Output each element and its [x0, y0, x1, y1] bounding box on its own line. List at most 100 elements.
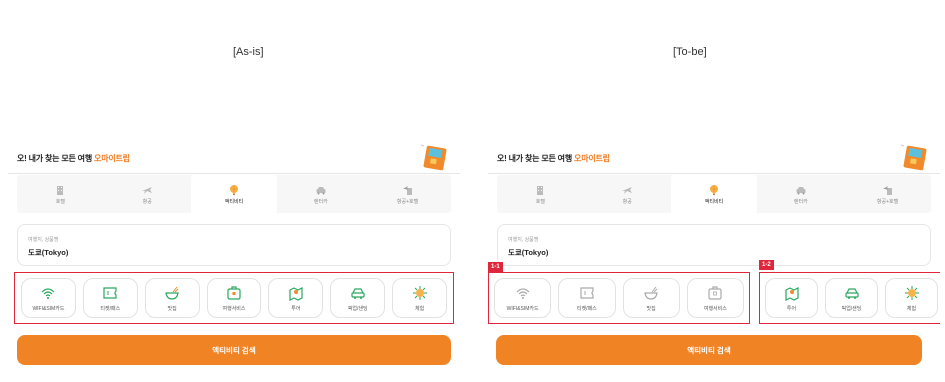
tab-rentcar[interactable]: 렌터카: [757, 175, 844, 213]
category-travel-service[interactable]: 여행서비스: [206, 278, 262, 318]
hotel-icon: [57, 185, 64, 195]
destination-label: 여행지, 상품명: [508, 237, 539, 243]
sparkle-icon: [412, 285, 427, 300]
tab-hotel[interactable]: 호텔: [17, 175, 104, 213]
car-icon: [351, 287, 365, 299]
category-label: 체험: [906, 305, 917, 312]
ticket-icon: [103, 286, 117, 299]
category-label: 티켓/패스: [576, 305, 597, 312]
tab-bar: 호텔 항공 액티비티 렌터카 항공+호텔: [17, 175, 451, 213]
title-accent: 오마이트립: [574, 154, 610, 163]
header-divider: [8, 173, 460, 174]
airplane-hotel-icon: [882, 185, 892, 195]
wifi-icon: [41, 287, 55, 299]
travel-book-icon: [900, 144, 927, 171]
tab-hotel[interactable]: 호텔: [497, 175, 584, 213]
title-main: 오! 내가 찾는 모든 여행: [497, 154, 575, 163]
destination-label: 여행지, 상품명: [28, 237, 59, 243]
title-main: 오! 내가 찾는 모든 여행: [17, 154, 95, 163]
balloon-icon: [229, 184, 238, 195]
category-label: 여행서비스: [703, 305, 727, 312]
wifi-icon: [516, 287, 530, 299]
header-divider: [488, 173, 940, 174]
tab-label: 호텔: [55, 198, 65, 205]
tab-flight[interactable]: 항공: [104, 175, 191, 213]
category-ticket-pass[interactable]: 티켓/패스: [82, 278, 138, 318]
tab-flight-hotel[interactable]: 항공+호텔: [364, 175, 451, 213]
category-tour[interactable]: 투어: [268, 278, 324, 318]
category-tour[interactable]: 투어: [765, 278, 818, 318]
tab-activity[interactable]: 액티비티: [190, 175, 278, 213]
bowl-icon: [165, 286, 179, 300]
destination-value: 도쿄(Tokyo): [28, 248, 69, 257]
category-wifi-sim[interactable]: WIFI&SIM카드: [21, 278, 76, 318]
destination-value: 도쿄(Tokyo): [508, 248, 549, 257]
category-restaurant[interactable]: 맛집: [144, 278, 200, 318]
destination-field[interactable]: 여행지, 상품명 도쿄(Tokyo): [497, 224, 931, 266]
tab-label: 호텔: [535, 198, 545, 205]
category-experience[interactable]: 체험: [392, 278, 448, 318]
as-is-caption: [As-is]: [233, 46, 264, 58]
category-wifi-sim[interactable]: WIFI&SIM카드: [494, 278, 552, 318]
category-pickup-sending[interactable]: 픽업/샌딩: [825, 278, 878, 318]
page-title: 오! 내가 찾는 모든 여행 오마이트립: [497, 153, 610, 164]
activity-search-button[interactable]: 액티비티 검색: [17, 335, 451, 365]
category-label: 티켓/패스: [100, 305, 121, 312]
ticket-icon: [580, 286, 594, 299]
travel-book-icon: [420, 144, 447, 171]
tab-label: 항공+호텔: [876, 198, 899, 205]
category-row: WIFI&SIM카드 티켓/패스 맛집 여행서비스 투어 픽업/샌딩 체험: [14, 272, 454, 324]
sparkle-icon: [904, 285, 919, 300]
category-pickup-sending[interactable]: 픽업/샌딩: [330, 278, 386, 318]
category-label: WIFI&SIM카드: [506, 305, 539, 312]
title-accent: 오마이트립: [94, 154, 130, 163]
category-label: WIFI&SIM카드: [32, 305, 65, 312]
tab-rentcar[interactable]: 렌터카: [277, 175, 364, 213]
balloon-icon: [709, 184, 718, 195]
category-travel-service[interactable]: 여행서비스: [686, 278, 744, 318]
category-label: 픽업/샌딩: [347, 305, 368, 312]
category-group-1-2: 투어 픽업/샌딩 체험: [759, 272, 940, 324]
category-label: 맛집: [167, 305, 177, 312]
tab-label: 렌터카: [793, 198, 808, 205]
map-pin-icon: [289, 286, 303, 301]
tab-label: 렌터카: [313, 198, 328, 205]
group-badge-1-2: 1-2: [759, 260, 774, 270]
airplane-icon: [142, 186, 153, 194]
page-title: 오! 내가 찾는 모든 여행 오마이트립: [17, 153, 130, 164]
category-experience[interactable]: 체험: [885, 278, 938, 318]
tab-label: 항공: [142, 198, 152, 205]
hotel-icon: [537, 185, 544, 195]
category-group-1-1: WIFI&SIM카드 티켓/패스 맛집 여행서비스: [488, 272, 750, 324]
category-ticket-pass[interactable]: 티켓/패스: [558, 278, 616, 318]
map-pin-icon: [784, 286, 799, 301]
tab-label: 항공: [622, 198, 632, 205]
tab-activity[interactable]: 액티비티: [670, 175, 758, 213]
category-label: 맛집: [646, 305, 656, 312]
car-icon: [796, 186, 806, 194]
airplane-hotel-icon: [402, 185, 412, 195]
tab-label: 액티비티: [224, 198, 244, 205]
activity-search-button[interactable]: 액티비티 검색: [496, 335, 922, 365]
as-is-panel: 오! 내가 찾는 모든 여행 오마이트립 호텔 항공 액티비티 렌터카 항공+호…: [8, 133, 460, 382]
tab-bar: 호텔 항공 액티비티 렌터카 항공+호텔: [497, 175, 931, 213]
group-badge-1-1: 1-1: [488, 262, 503, 272]
category-label: 체험: [414, 305, 425, 312]
tab-label: 액티비티: [704, 198, 724, 205]
car-icon: [316, 186, 326, 194]
tab-flight-hotel[interactable]: 항공+호텔: [844, 175, 931, 213]
to-be-panel: 오! 내가 찾는 모든 여행 오마이트립 호텔 항공 액티비티 렌터카 항공+호…: [488, 133, 940, 382]
destination-field[interactable]: 여행지, 상품명 도쿄(Tokyo): [17, 224, 451, 266]
airplane-icon: [622, 186, 633, 194]
category-label: 픽업/샌딩: [841, 305, 862, 312]
category-restaurant[interactable]: 맛집: [622, 278, 680, 318]
bowl-icon: [644, 286, 658, 300]
luggage-icon: [708, 285, 722, 300]
car-icon: [844, 287, 859, 299]
category-label: 여행서비스: [222, 305, 246, 312]
tab-flight[interactable]: 항공: [584, 175, 671, 213]
category-label: 투어: [786, 305, 797, 312]
tab-label: 항공+호텔: [396, 198, 419, 205]
to-be-caption: [To-be]: [673, 46, 707, 58]
category-label: 투어: [291, 305, 301, 312]
